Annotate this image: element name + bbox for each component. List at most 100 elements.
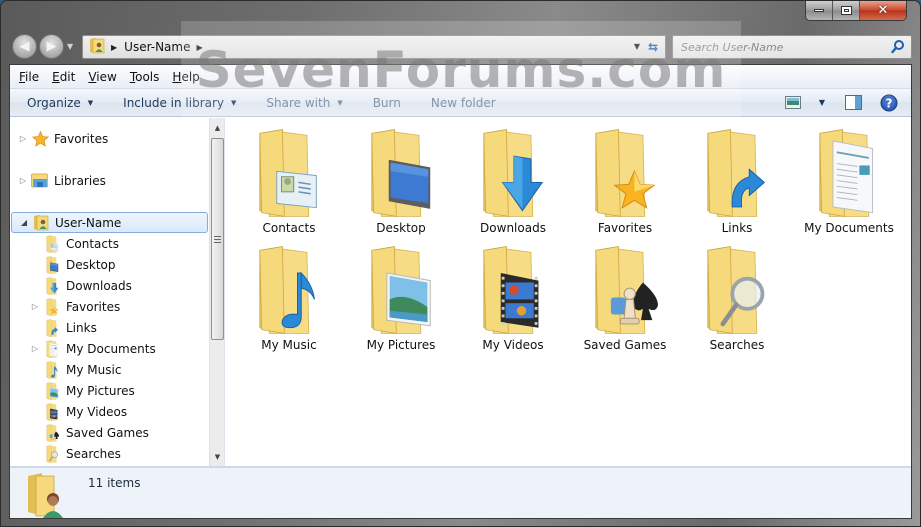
- links-icon: [43, 318, 61, 337]
- expand-icon[interactable]: ▷: [18, 176, 28, 185]
- folder-item-searches[interactable]: Searches: [681, 243, 793, 358]
- contacts-icon: [43, 234, 61, 253]
- burn-button[interactable]: Burn: [373, 96, 401, 110]
- menu-edit[interactable]: Edit: [52, 70, 75, 84]
- folder-item-my-music[interactable]: My Music: [233, 243, 345, 358]
- folder-tree: ▷ Favorites ▷ Libraries ◢ User-Name Cont…: [10, 118, 208, 466]
- new-folder-button[interactable]: New folder: [431, 96, 496, 110]
- breadcrumb-separator-icon[interactable]: ▶: [111, 43, 117, 52]
- back-button[interactable]: ◀: [12, 34, 37, 59]
- folder-item-label: Favorites: [597, 221, 653, 235]
- games-folder-icon: [46, 423, 59, 442]
- contacts-folder-icon: [259, 129, 317, 217]
- videos-icon: [480, 243, 546, 337]
- contacts-folder-icon: [46, 234, 58, 253]
- command-bar: Organize ▼ Include in library ▼ Share with…: [10, 89, 911, 117]
- change-view-button[interactable]: [784, 96, 801, 109]
- tree-item-libraries[interactable]: ▷ Libraries: [18, 170, 106, 191]
- address-bar[interactable]: ▶ User-Name ▶ ▼: [82, 35, 647, 59]
- tree-item-my-pictures[interactable]: My Pictures: [30, 380, 135, 401]
- folder-item-label: Saved Games: [583, 338, 667, 352]
- organize-button[interactable]: Organize ▼: [27, 96, 93, 110]
- folder-item-my-pictures[interactable]: My Pictures: [345, 243, 457, 358]
- user-folder-icon: [32, 214, 50, 232]
- tree-item-saved-games[interactable]: Saved Games: [30, 422, 149, 443]
- folder-item-desktop[interactable]: Desktop: [345, 126, 457, 241]
- chevron-down-icon: ▼: [87, 98, 94, 107]
- view-options-dropdown[interactable]: ▼: [819, 98, 825, 107]
- collapse-icon[interactable]: ◢: [19, 218, 29, 227]
- tree-item-downloads[interactable]: Downloads: [30, 275, 132, 296]
- desktop-folder-icon: [46, 255, 58, 274]
- folder-item-downloads[interactable]: Downloads: [457, 126, 569, 241]
- tree-item-contacts[interactable]: Contacts: [30, 233, 119, 254]
- chevron-down-icon: ▼: [818, 98, 825, 107]
- help-button[interactable]: ?: [880, 94, 898, 112]
- downloads-folder-icon: [483, 129, 544, 217]
- tree-item-links[interactable]: Links: [30, 317, 97, 338]
- scroll-down-icon[interactable]: ▼: [210, 449, 225, 464]
- tree-item-my-music[interactable]: My Music: [30, 359, 121, 380]
- breadcrumb-separator-icon[interactable]: ▶: [196, 43, 202, 52]
- folder-item-favorites[interactable]: Favorites: [569, 126, 681, 241]
- menu-help[interactable]: Help: [172, 70, 199, 84]
- maximize-button[interactable]: [833, 1, 860, 20]
- organize-label: Organize: [27, 95, 81, 110]
- folder-item-saved-games[interactable]: Saved Games: [569, 243, 681, 358]
- tree-item-label: Searches: [66, 446, 121, 461]
- expand-icon[interactable]: ▷: [18, 134, 28, 143]
- menu-tools[interactable]: Tools: [130, 70, 160, 84]
- menu-file-label: ile: [25, 69, 40, 84]
- tree-item-user-name[interactable]: ◢ User-Name: [11, 212, 208, 233]
- tree-item-my-videos[interactable]: My Videos: [30, 401, 127, 422]
- minimize-button[interactable]: [806, 1, 833, 20]
- folder-item-links[interactable]: Links: [681, 126, 793, 241]
- expand-icon[interactable]: ▷: [30, 302, 40, 311]
- folder-item-my-videos[interactable]: My Videos: [457, 243, 569, 358]
- menu-file[interactable]: File: [19, 70, 39, 84]
- music-folder-icon: [46, 360, 58, 379]
- search-box[interactable]: [672, 35, 912, 59]
- address-dropdown-icon[interactable]: ▼: [634, 42, 640, 51]
- menu-view[interactable]: View: [88, 70, 116, 84]
- tree-item-label: Saved Games: [66, 425, 149, 440]
- scrollbar-thumb[interactable]: [211, 138, 224, 340]
- searches-icon: [43, 444, 61, 463]
- share-with-label: Share with: [266, 95, 331, 110]
- tree-item-favorites[interactable]: ▷ Favorites: [30, 296, 120, 317]
- menu-edit-accel: E: [52, 69, 60, 84]
- documents-folder-icon: [819, 129, 874, 217]
- tree-item-searches[interactable]: Searches: [30, 443, 121, 464]
- share-with-button[interactable]: Share with ▼: [266, 96, 342, 110]
- view-icon: [784, 96, 801, 109]
- tree-item-label: Links: [66, 320, 97, 335]
- folder-item-my-documents[interactable]: My Documents: [793, 126, 905, 241]
- expand-icon[interactable]: ▷: [30, 344, 40, 353]
- include-in-library-button[interactable]: Include in library ▼: [123, 96, 236, 110]
- caption-buttons: ✕: [805, 1, 907, 21]
- refresh-button[interactable]: ⇆: [641, 35, 666, 59]
- tree-item-label: Contacts: [66, 236, 119, 251]
- documents-icon: [43, 339, 61, 358]
- tree-item-my-documents[interactable]: ▷ My Documents: [30, 338, 156, 359]
- folder-item-contacts[interactable]: Contacts: [233, 126, 345, 241]
- downloads-folder-icon: [46, 276, 58, 295]
- links-folder-icon: [46, 318, 58, 337]
- search-icon[interactable]: [891, 39, 905, 57]
- scroll-up-icon[interactable]: ▲: [210, 120, 225, 135]
- chevron-down-icon: ▼: [337, 98, 343, 107]
- tree-item-desktop[interactable]: Desktop: [30, 254, 116, 275]
- search-input[interactable]: [681, 40, 881, 54]
- navigation-pane-scrollbar[interactable]: ▲ ▼: [209, 118, 224, 466]
- forward-button[interactable]: ▶: [39, 34, 64, 59]
- close-button[interactable]: ✕: [860, 1, 906, 20]
- libraries-icon: [31, 172, 49, 190]
- preview-pane-button[interactable]: [845, 95, 862, 110]
- contacts-icon: [256, 126, 322, 220]
- navigation-pane: ▷ Favorites ▷ Libraries ◢ User-Name Cont…: [10, 118, 224, 466]
- recent-pages-dropdown[interactable]: ▼: [67, 42, 73, 51]
- tree-item-favorites[interactable]: ▷ Favorites: [18, 128, 108, 149]
- links-folder-icon: [707, 129, 766, 217]
- breadcrumb-user-name[interactable]: User-Name: [124, 40, 190, 54]
- folder-item-label: Downloads: [480, 221, 546, 235]
